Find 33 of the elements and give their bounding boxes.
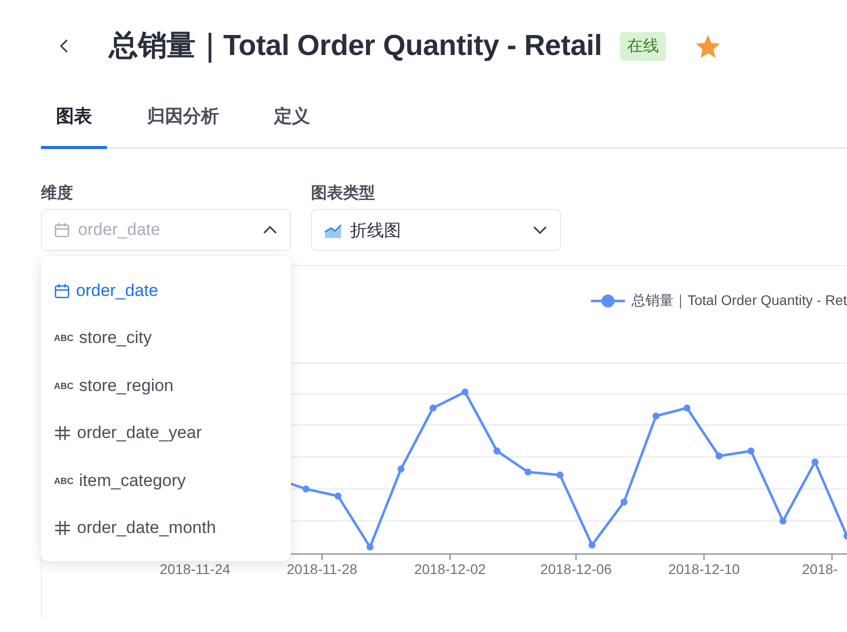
dropdown-option[interactable]: order_date_year <box>41 410 291 457</box>
type-icon: ABC <box>54 476 73 486</box>
dropdown-option[interactable]: order_date_month <box>41 504 291 552</box>
x-tick-label: 2018-11-28 <box>286 561 358 577</box>
x-tick-label: 2018-12-10 <box>668 561 740 577</box>
status-badge: 在线 <box>620 32 666 60</box>
tab[interactable]: 图表 <box>41 92 107 149</box>
field-label: 维度 <box>41 183 74 204</box>
type-icon: ABC <box>54 333 73 344</box>
dropdown-option[interactable]: order_date <box>41 267 291 314</box>
field-label: 图表类型 <box>311 184 376 204</box>
chevron-down-icon <box>532 224 548 236</box>
legend-label: 总销量｜Total Order Quantity - Ret <box>631 292 847 310</box>
type-icon: ABC <box>54 380 73 391</box>
tab[interactable]: 归因分析 <box>132 92 234 149</box>
hash-icon <box>54 425 71 442</box>
star-icon[interactable] <box>696 34 720 58</box>
chevron-up-icon <box>262 224 278 236</box>
x-tick-label: 2018- <box>802 561 838 577</box>
calendar-icon <box>54 282 70 299</box>
legend-marker-icon <box>591 293 626 309</box>
calendar-icon <box>54 222 70 238</box>
x-tick-label: 2018-11-24 <box>160 561 230 577</box>
x-tick-label: 2018-12-06 <box>540 561 612 577</box>
select-field[interactable]: 折线图 <box>311 209 561 251</box>
tab[interactable]: 定义 <box>259 92 325 149</box>
hash-icon <box>54 520 71 536</box>
line-chart-icon <box>324 222 342 238</box>
dropdown-option[interactable]: ABC store_region <box>41 362 291 410</box>
page-title: 总销量｜Total Order Quantity - Retail <box>109 29 602 65</box>
dropdown-option[interactable]: ABC store_city <box>41 314 291 362</box>
dropdown-option[interactable]: ABC item_category <box>41 457 291 504</box>
x-tick-label: 2018-12-02 <box>414 561 486 577</box>
